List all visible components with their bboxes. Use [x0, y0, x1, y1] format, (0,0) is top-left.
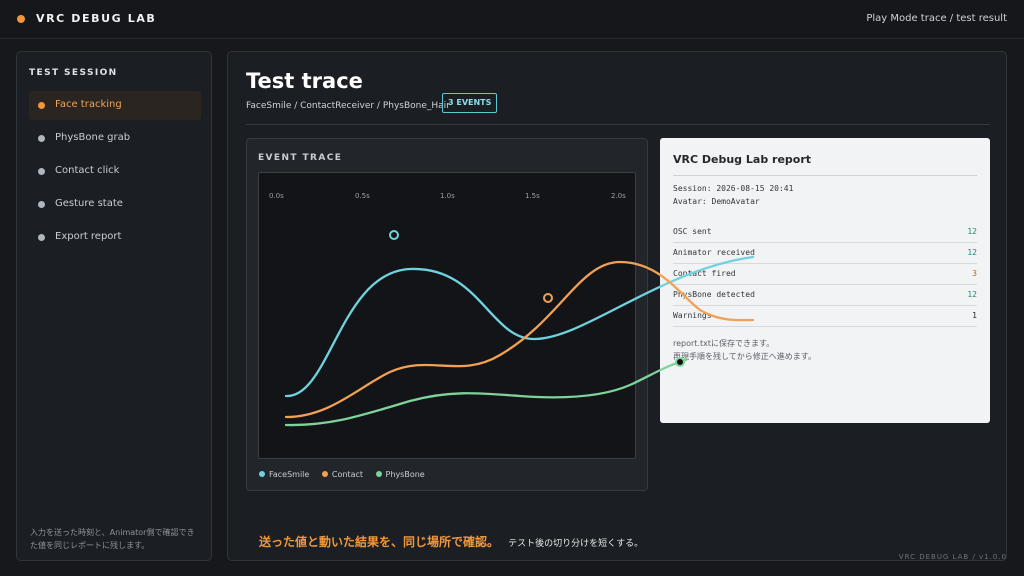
legend-dot-icon: [375, 471, 382, 477]
legend-label: Contact: [331, 470, 363, 479]
report-value: 12: [967, 290, 977, 299]
context-label: Play Mode trace / test result: [866, 13, 1007, 24]
report-row-physbone-detected: PhysBone detected 12: [673, 285, 977, 306]
report-title: VRC Debug Lab report: [673, 153, 812, 166]
event-count-badge: 3 EVENTS: [442, 93, 498, 113]
sidebar-item-gesture-state[interactable]: Gesture state: [29, 190, 201, 219]
legend-item-facesmile: FaceSmile: [259, 470, 309, 479]
legend-dot-icon: [259, 471, 265, 477]
sidebar-item-export-report[interactable]: Export report: [29, 223, 201, 252]
report-divider: [673, 175, 977, 176]
trace-plot[interactable]: 0.0s 0.5s 1.0s 1.5s 2.0s: [258, 172, 636, 459]
version-label: VRC DEBUG LAB / v1.0.0: [898, 553, 1007, 561]
tick-label: 0.5s: [355, 192, 370, 200]
sidebar-title: TEST SESSION: [29, 68, 118, 78]
sidebar-item-physbone-grab[interactable]: PhysBone grab: [29, 124, 201, 153]
tick-label: 1.5s: [525, 192, 540, 200]
report-key: Contact fired: [673, 269, 736, 278]
report-key: PhysBone detected: [673, 290, 755, 299]
sidebar-item-label: PhysBone grab: [55, 132, 131, 143]
sidebar-item-contact-click[interactable]: Contact click: [29, 157, 201, 186]
status-dot-icon: [38, 234, 45, 241]
report-key: OSC sent: [673, 227, 712, 236]
footer-message: 送った値と動いた結果を、同じ場所で確認。 テスト後の切り分けを短くする。: [259, 531, 643, 550]
report-note-save: report.txtに保存できます。: [673, 339, 775, 348]
report-row-animator-received: Animator received 12: [673, 243, 977, 264]
report-value: 1: [972, 311, 977, 320]
sidebar-note: 入力を送った時刻と、Animator側で確認できた値を同じレポートに残します。: [30, 528, 195, 550]
legend-item-physbone: PhysBone: [375, 470, 425, 479]
report-value: 12: [967, 248, 977, 257]
report-avatar: Avatar: DemoAvatar: [673, 197, 760, 206]
report-value: 12: [967, 227, 977, 236]
page-title: Test trace: [246, 69, 363, 93]
sidebar-item-label: Export report: [55, 231, 122, 242]
legend-label: FaceSmile: [269, 470, 310, 479]
sidebar-item-label: Contact click: [55, 165, 120, 176]
sidebar-item-face-tracking[interactable]: Face tracking: [29, 91, 201, 120]
trace-legend: FaceSmile Contact PhysBone: [259, 470, 435, 479]
status-dot-icon: [38, 102, 45, 109]
footer-highlight: 送った値と動いた結果を、同じ場所で確認。: [259, 535, 500, 549]
header-divider: [246, 124, 990, 125]
event-trace-panel: EVENT TRACE 0.0s 0.5s 1.0s 1.5s 2.0s Fac…: [246, 138, 648, 491]
sidebar: TEST SESSION Face tracking PhysBone grab…: [16, 51, 212, 561]
sidebar-item-label: Face tracking: [55, 99, 122, 110]
trace-axis-svg: 0.0s 0.5s 1.0s 1.5s 2.0s: [269, 192, 626, 200]
report-row-warnings: Warnings 1: [673, 306, 977, 327]
report-row-contact-fired: Contact fired 3: [673, 264, 977, 285]
report-session: Session: 2026-08-15 20:41: [673, 184, 794, 193]
breadcrumb: FaceSmile / ContactReceiver / PhysBone_H…: [246, 101, 450, 111]
trace-title: EVENT TRACE: [258, 153, 343, 163]
report-key: Warnings: [673, 311, 712, 320]
report-value: 3: [972, 269, 977, 278]
report-card: VRC Debug Lab report Session: 2026-08-15…: [660, 138, 990, 423]
legend-dot-icon: [321, 471, 328, 477]
tick-label: 2.0s: [611, 192, 626, 200]
legend-item-contact: Contact: [321, 470, 363, 479]
top-bar: VRC DEBUG LAB Play Mode trace / test res…: [0, 0, 1024, 39]
report-key: Animator received: [673, 248, 755, 257]
footer-subtext: テスト後の切り分けを短くする。: [508, 539, 644, 549]
report-note-steps: 再現手順を残してから修正へ進めます。: [673, 352, 816, 361]
main-panel: Test trace FaceSmile / ContactReceiver /…: [227, 51, 1007, 561]
status-dot-icon: [38, 201, 45, 208]
status-dot-icon: [38, 135, 45, 142]
tick-label: 0.0s: [269, 192, 284, 200]
tick-label: 1.0s: [440, 192, 455, 200]
status-dot-icon: [38, 168, 45, 175]
report-row-osc-sent: OSC sent 12: [673, 222, 977, 243]
brand-dot-icon: [17, 15, 25, 23]
legend-label: PhysBone: [385, 470, 425, 479]
app-name: VRC DEBUG LAB: [36, 12, 157, 25]
sidebar-item-label: Gesture state: [55, 198, 123, 209]
